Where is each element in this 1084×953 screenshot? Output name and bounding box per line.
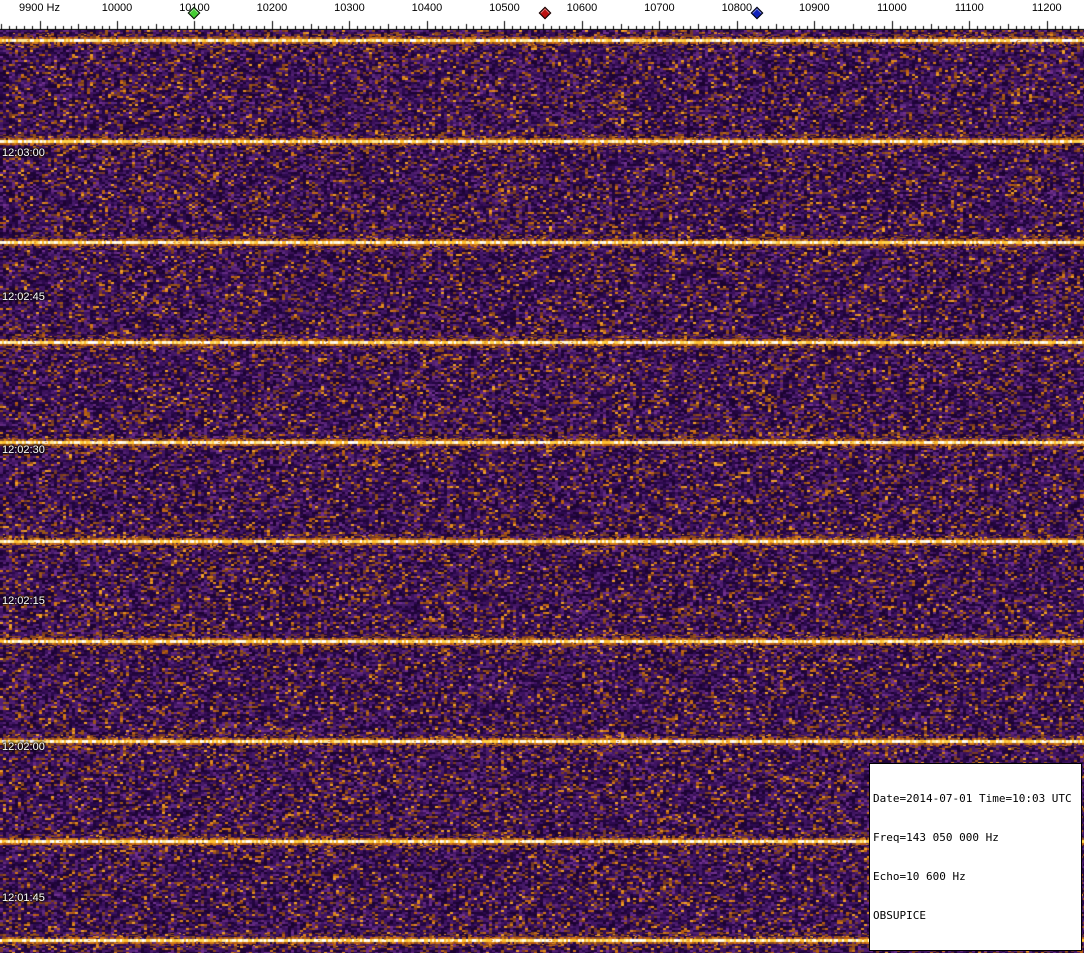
freq-tick-label: 10500	[489, 2, 520, 14]
freq-tick-label: 11100	[954, 2, 984, 14]
time-label: 12:03:00	[2, 147, 45, 159]
time-label: 12:02:15	[2, 595, 45, 607]
freq-tick-label: 10200	[256, 2, 288, 14]
freq-tick-label: 10000	[101, 2, 133, 14]
freq-tick-label: 11000	[876, 2, 907, 14]
frequency-ruler: 9900 Hz100001010010200103001040010500106…	[0, 0, 1084, 30]
info-line-date: Date=2014-07-01 Time=10:03 UTC	[873, 792, 1072, 805]
freq-tick-label: 10400	[411, 2, 443, 14]
freq-tick-label: 9900 Hz	[19, 2, 61, 14]
time-label: 12:02:30	[2, 444, 45, 456]
info-box: Date=2014-07-01 Time=10:03 UTC Freq=143 …	[869, 763, 1082, 951]
spectrogram-app: 9900 Hz100001010010200103001040010500106…	[0, 0, 1084, 953]
freq-tick-label: 10800	[721, 2, 753, 14]
freq-tick-label: 10900	[799, 2, 830, 14]
time-label: 12:01:45	[2, 892, 45, 904]
freq-tick-label: 10700	[644, 2, 675, 14]
time-label: 12:02:00	[2, 741, 45, 753]
info-line-station: OBSUPICE	[873, 909, 926, 922]
freq-tick-label: 11200	[1031, 2, 1062, 14]
info-line-freq: Freq=143 050 000 Hz	[873, 831, 999, 844]
freq-tick-label: 10600	[566, 2, 598, 14]
time-label: 12:02:45	[2, 291, 45, 303]
info-line-echo: Echo=10 600 Hz	[873, 870, 966, 883]
freq-tick-label: 10300	[334, 2, 365, 14]
